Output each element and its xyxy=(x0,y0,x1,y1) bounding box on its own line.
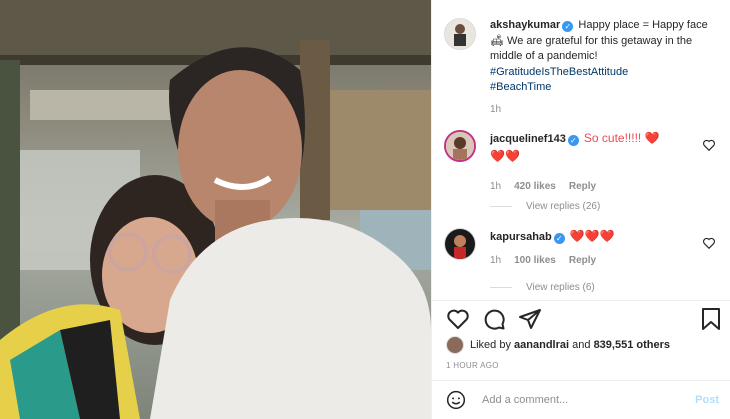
avatar[interactable] xyxy=(444,130,476,162)
liked-by-summary: Liked by aanandlrai and 839,551 others xyxy=(446,336,670,354)
smiley-face-icon[interactable] xyxy=(446,390,466,410)
divider-line xyxy=(490,206,512,207)
caption-age: 1h xyxy=(490,103,502,115)
bookmark-icon[interactable] xyxy=(700,307,722,331)
verified-badge-icon: ✓ xyxy=(553,233,565,244)
comment-meta: 1h 100 likes Reply xyxy=(490,252,696,269)
liked-by-user[interactable]: aanandlrai xyxy=(514,339,569,351)
heart-outline-icon[interactable] xyxy=(702,236,716,250)
view-replies-link[interactable]: View replies (6) xyxy=(490,282,595,293)
comment-item: jacquelinef143 ✓ So cute!!!!! ❤️ ❤️❤️ 1h … xyxy=(444,130,726,195)
reply-button[interactable]: Reply xyxy=(569,252,596,269)
liked-by-prefix: Liked by xyxy=(470,339,511,351)
comment-text: ❤️❤️❤️ xyxy=(569,229,615,243)
reply-button[interactable]: Reply xyxy=(569,178,596,195)
post-sidebar: akshaykumar ✓ Happy place = Happy face 🛋 … xyxy=(431,0,730,419)
paper-plane-icon[interactable] xyxy=(518,307,542,331)
view-replies-label: View replies (26) xyxy=(526,201,601,212)
comment-input[interactable] xyxy=(482,394,682,406)
comment-likes[interactable]: 100 likes xyxy=(514,252,556,269)
comment-item: kapursahab ✓ ❤️❤️❤️ 1h 100 likes Reply xyxy=(444,228,726,269)
divider-line xyxy=(490,287,512,288)
post-image xyxy=(0,0,431,419)
view-replies-label: View replies (6) xyxy=(526,282,595,293)
comment-hearts: ❤️❤️ xyxy=(490,149,520,163)
comment-bubble-icon[interactable] xyxy=(482,307,506,331)
verified-badge-icon: ✓ xyxy=(567,135,579,146)
avatar[interactable] xyxy=(446,336,464,354)
heart-outline-icon[interactable] xyxy=(702,138,716,152)
comment-meta: 1h 420 likes Reply xyxy=(490,178,696,195)
comment-username[interactable]: jacquelinef143 xyxy=(490,133,566,145)
verified-badge-icon: ✓ xyxy=(562,21,574,32)
post-timestamp: 1 HOUR AGO xyxy=(446,361,499,370)
view-replies-link[interactable]: View replies (26) xyxy=(490,201,600,212)
comment-likes[interactable]: 420 likes xyxy=(514,178,556,195)
author-username[interactable]: akshaykumar xyxy=(490,19,560,31)
comment-body: jacquelinef143 ✓ So cute!!!!! ❤️ ❤️❤️ 1h … xyxy=(490,130,696,195)
liked-by-joiner: and xyxy=(572,339,591,351)
user-avatar-icon xyxy=(446,132,474,160)
hashtag-link[interactable]: #BeachTime xyxy=(490,81,551,93)
likes-count-link[interactable]: 839,551 others xyxy=(594,339,670,351)
add-comment-bar: Post xyxy=(432,380,730,419)
section-divider xyxy=(432,300,730,301)
user-avatar-icon xyxy=(445,229,475,259)
post-caption: akshaykumar ✓ Happy place = Happy face 🛋 … xyxy=(444,18,724,117)
post-photo[interactable] xyxy=(0,0,431,419)
comment-age: 1h xyxy=(490,181,502,192)
comment-username[interactable]: kapursahab xyxy=(490,231,552,243)
caption-text: akshaykumar ✓ Happy place = Happy face 🛋 … xyxy=(490,18,714,117)
heart-outline-icon[interactable] xyxy=(446,307,470,331)
hashtag-link[interactable]: #GratitudeIsTheBestAttitude xyxy=(490,66,628,78)
action-bar xyxy=(444,307,724,331)
avatar[interactable] xyxy=(444,18,476,50)
post-comment-button[interactable]: Post xyxy=(695,394,719,406)
comment-text: So cute!!!!! ❤️ xyxy=(583,131,660,145)
comment-body: kapursahab ✓ ❤️❤️❤️ 1h 100 likes Reply xyxy=(490,228,696,269)
user-avatar-icon xyxy=(445,19,475,49)
comment-age: 1h xyxy=(490,255,502,266)
avatar[interactable] xyxy=(444,228,476,260)
